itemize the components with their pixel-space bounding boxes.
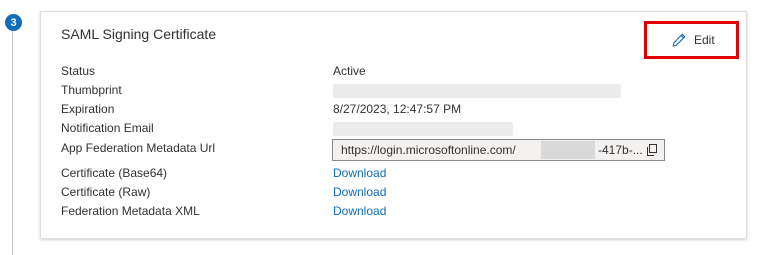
metadata-url-prefix: https://login.microsoftonline.com/: [341, 143, 516, 157]
thumbprint-label: Thumbprint: [61, 83, 122, 97]
cert-raw-label: Certificate (Raw): [61, 185, 151, 199]
edit-button-label: Edit: [694, 33, 715, 47]
thumbprint-value-redacted: [333, 84, 621, 98]
cert-base64-label: Certificate (Base64): [61, 166, 168, 180]
step-number-badge: 3: [5, 14, 22, 31]
status-label: Status: [61, 64, 96, 78]
cert-raw-download-link[interactable]: Download: [333, 185, 386, 199]
step-connector-line: [12, 30, 13, 255]
cert-base64-download-link[interactable]: Download: [333, 166, 386, 180]
metadata-url-suffix: -417b-...: [598, 143, 643, 157]
metadata-url-redacted: [541, 141, 595, 159]
notification-email-value-redacted: [333, 122, 513, 136]
card-title: SAML Signing Certificate: [61, 26, 217, 42]
pencil-icon: [672, 33, 686, 47]
expiration-label: Expiration: [61, 102, 115, 116]
edit-button[interactable]: Edit: [671, 32, 715, 48]
metadata-url-field[interactable]: https://login.microsoftonline.com/ -417b…: [332, 139, 665, 161]
expiration-value: 8/27/2023, 12:47:57 PM: [333, 102, 462, 116]
saml-signing-certificate-card: SAML Signing Certificate Edit Status Act…: [40, 11, 747, 239]
federation-xml-label: Federation Metadata XML: [61, 204, 200, 218]
notification-email-label: Notification Email: [61, 121, 154, 135]
metadata-url-label: App Federation Metadata Url: [61, 141, 216, 155]
status-value: Active: [333, 64, 366, 78]
federation-xml-download-link[interactable]: Download: [333, 204, 386, 218]
copy-icon[interactable]: [646, 144, 658, 156]
